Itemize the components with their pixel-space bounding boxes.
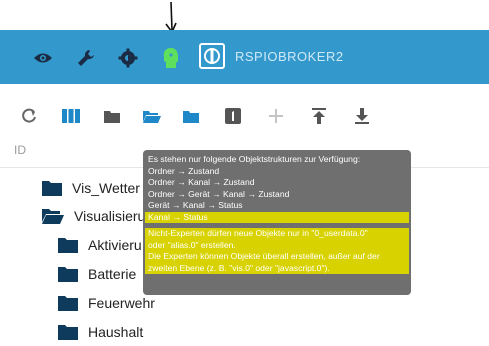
tree-item[interactable]: Batterie: [58, 263, 136, 285]
folder-icon[interactable]: [101, 105, 123, 127]
tree-item-label: Vis_Wetter: [72, 180, 140, 196]
folder-icon: [42, 181, 62, 196]
tree-item-label: Visualisieru: [74, 208, 146, 224]
tooltip-structure-line: Ordner → Gerät → Kanal → Zustand: [148, 188, 290, 199]
id-column-header[interactable]: ID: [14, 143, 26, 157]
tree-item[interactable]: Visualisieru: [42, 205, 145, 227]
app-header: RSPIOBROKER2: [0, 30, 489, 84]
iobroker-logo: [199, 43, 225, 69]
app-name: RSPIOBROKER2: [235, 49, 344, 64]
folder-icon: [58, 296, 78, 311]
tree-item[interactable]: Vis_Wetter: [42, 177, 140, 199]
tree-item-label: Batterie: [88, 266, 137, 282]
columns-icon[interactable]: [60, 105, 82, 127]
refresh-icon[interactable]: [18, 105, 40, 127]
tooltip-intro: Es stehen nur folgende Objektstrukturen …: [148, 154, 361, 164]
add-icon[interactable]: [265, 105, 287, 127]
tooltip-note: Nicht-Experten dürfen neue Objekte nur i…: [145, 228, 409, 240]
tooltip-structure-line: Ordner → Zustand: [148, 165, 220, 176]
object-structure-tooltip: Es stehen nur folgende Objektstrukturen …: [143, 150, 411, 295]
tree-item-label: Feuerwehr: [88, 295, 155, 311]
tree-item-label: Haushalt: [88, 324, 144, 340]
tooltip-structure-line: Ordner → Kanal → Zustand: [148, 177, 255, 187]
tree-item-label: Aktivieru: [88, 237, 142, 253]
eye-icon[interactable]: [32, 47, 54, 69]
expert-head-icon[interactable]: [160, 47, 182, 69]
folder-open-icon: [42, 209, 64, 224]
tree-item[interactable]: Feuerwehr: [58, 292, 155, 314]
folder-icon: [58, 267, 78, 282]
upload-icon[interactable]: [308, 105, 330, 127]
tooltip-structure-line: Gerät → Kanal → Status: [148, 200, 243, 210]
folder-closed-icon[interactable]: [180, 105, 202, 127]
tree-item[interactable]: Aktivieru: [58, 234, 142, 256]
wrench-icon[interactable]: [75, 47, 97, 69]
gear-icon[interactable]: [117, 47, 139, 69]
folder-open-icon[interactable]: [141, 105, 163, 127]
download-icon[interactable]: [351, 105, 373, 127]
tooltip-structure-line: Kanal → Status: [145, 211, 409, 223]
tooltip-note: oder "alias.0" erstellen.: [145, 239, 409, 251]
folder-icon: [58, 325, 78, 340]
number-one-icon[interactable]: [222, 105, 244, 127]
tree-item[interactable]: Haushalt: [58, 321, 143, 343]
tooltip-note: zweiten Ebene (z. B. "vis.0" oder "javas…: [145, 262, 409, 274]
tooltip-note: Die Experten können Objekte überall erst…: [145, 251, 409, 263]
folder-icon: [58, 238, 78, 253]
